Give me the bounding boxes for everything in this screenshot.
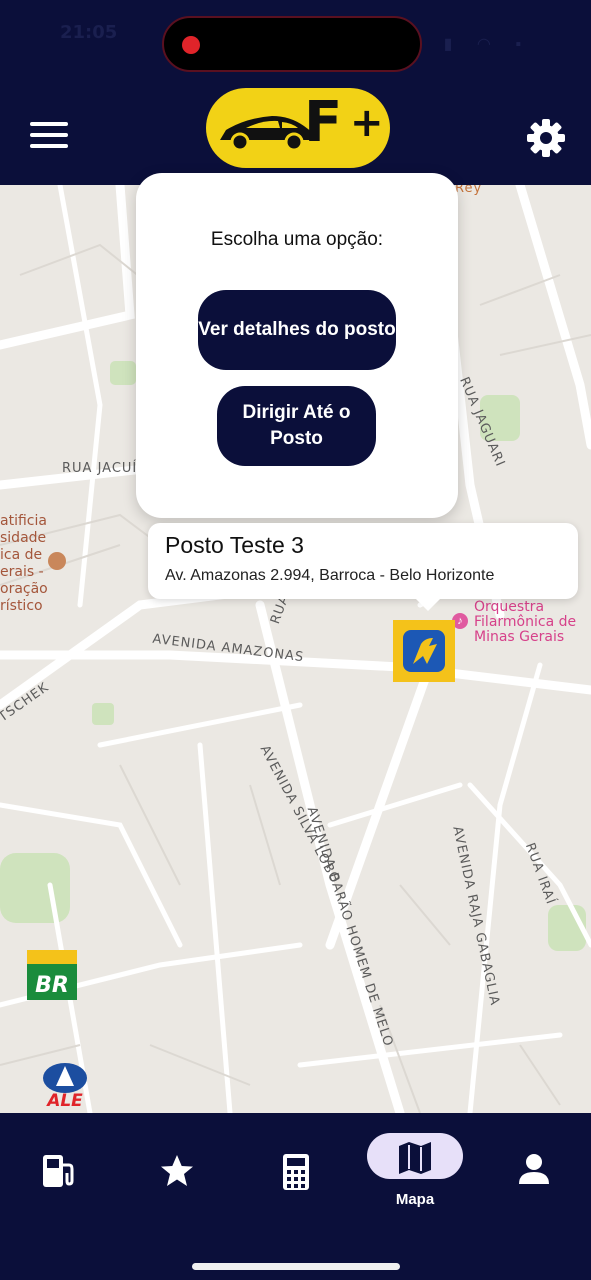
car-icon (220, 116, 312, 152)
hamburger-icon (30, 122, 68, 126)
tab-favorites[interactable] (127, 1113, 227, 1233)
fuel-pump-icon (43, 1155, 74, 1187)
br-station-marker[interactable]: BR (27, 950, 77, 1000)
drive-to-station-button[interactable]: Dirigir Até o Posto (217, 386, 376, 466)
recording-dot-icon (182, 36, 200, 54)
tab-map-label: Mapa (395, 1191, 435, 1208)
options-dialog: Escolha uma opção: Ver detalhes do posto… (136, 173, 458, 518)
tab-fuel[interactable] (8, 1113, 108, 1233)
map-icon (399, 1142, 431, 1174)
star-icon (161, 1155, 193, 1186)
settings-button[interactable] (526, 118, 566, 158)
poi-orquestra[interactable]: Orquestra Filarmônica de Minas Gerais (474, 600, 576, 645)
menu-button[interactable] (30, 122, 68, 150)
status-time: 21:05 (60, 22, 118, 43)
logo-text: F (304, 90, 343, 155)
status-bar: 21:05 ▮ ◠ ▪ (0, 0, 591, 88)
gear-icon (527, 119, 565, 157)
person-icon (519, 1154, 549, 1184)
tab-map[interactable]: Mapa (365, 1113, 465, 1233)
tab-calculator[interactable] (246, 1113, 346, 1233)
calculator-icon (283, 1154, 309, 1190)
ale-logo-icon: ALE (43, 1063, 87, 1108)
dynamic-island (162, 16, 422, 72)
app-header: F + (0, 88, 591, 185)
street-label-rua-jacui: RUA JACUÍ (62, 461, 138, 476)
poi-side-text: atificia sidade ica de erais - oração rí… (0, 513, 48, 614)
logo-plus: + (350, 100, 384, 146)
status-icons: ▮ ◠ ▪ (443, 36, 531, 53)
options-title: Escolha uma opção: (210, 229, 384, 250)
station-address: Av. Amazonas 2.994, Barroca - Belo Horiz… (165, 567, 495, 584)
app-logo: F + (206, 88, 390, 168)
station-marker-selected[interactable] (393, 620, 455, 682)
ipiranga-logo-icon (403, 630, 445, 672)
bottom-nav: Mapa (0, 1113, 591, 1280)
street-label-rey: Rey (455, 185, 483, 196)
graduation-cap-icon (48, 552, 66, 570)
station-callout[interactable]: Posto Teste 3 Av. Amazonas 2.994, Barroc… (148, 523, 578, 611)
ale-station-marker[interactable]: ALE (34, 1058, 96, 1108)
home-indicator[interactable] (192, 1263, 400, 1270)
tab-profile[interactable] (484, 1113, 584, 1233)
svg-text:BR: BR (35, 973, 69, 998)
view-details-button[interactable]: Ver detalhes do posto (198, 290, 396, 370)
station-name: Posto Teste 3 (165, 532, 304, 558)
br-logo-icon: BR (27, 950, 77, 1000)
svg-text:ALE: ALE (45, 1091, 83, 1108)
